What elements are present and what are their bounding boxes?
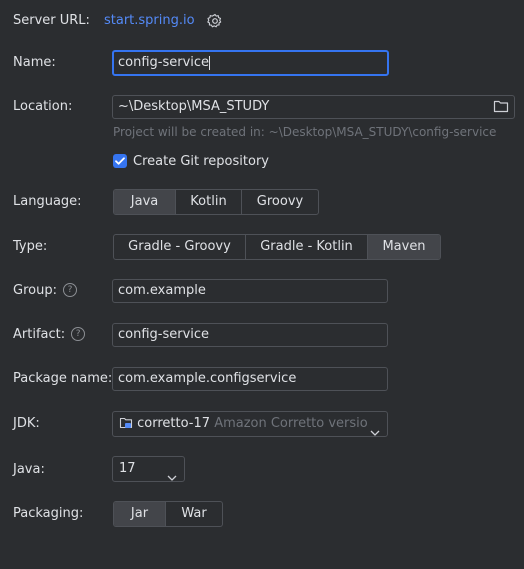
java-version-label: Java:: [13, 462, 45, 477]
git-checkbox-label[interactable]: Create Git repository: [133, 154, 269, 169]
type-option-gradle-kotlin[interactable]: Gradle - Kotlin: [246, 235, 368, 259]
language-option-groovy[interactable]: Groovy: [242, 190, 318, 214]
location-label: Location:: [13, 99, 73, 114]
folder-icon[interactable]: [493, 99, 509, 113]
type-option-gradle-groovy[interactable]: Gradle - Groovy: [114, 235, 246, 259]
jdk-name: corretto-17: [137, 416, 211, 431]
group-input-value: com.example: [118, 283, 206, 298]
name-label: Name:: [13, 55, 56, 70]
git-checkbox[interactable]: [113, 154, 127, 168]
packaging-option-jar[interactable]: Jar: [114, 502, 166, 526]
jdk-folder-icon: [119, 417, 133, 428]
group-input[interactable]: com.example: [112, 279, 388, 303]
packaging-segmented: Jar War: [113, 501, 223, 527]
text-cursor: [209, 55, 211, 70]
type-label: Type:: [13, 239, 48, 254]
server-url-link[interactable]: start.spring.io: [104, 13, 195, 28]
artifact-label: Artifact:?: [13, 326, 86, 342]
location-input-value: ~\Desktop\MSA_STUDY: [118, 99, 270, 114]
type-option-maven[interactable]: Maven: [368, 235, 440, 259]
jdk-label: JDK:: [13, 416, 40, 431]
help-icon[interactable]: ?: [62, 282, 77, 297]
packaging-option-war[interactable]: War: [166, 502, 222, 526]
type-segmented: Gradle - Groovy Gradle - Kotlin Maven: [113, 234, 441, 260]
check-icon: [115, 157, 125, 165]
artifact-input-value: config-service: [118, 327, 210, 342]
jdk-dropdown[interactable]: corretto-17 Amazon Corretto versio: [112, 411, 388, 437]
language-segmented: Java Kotlin Groovy: [113, 189, 319, 215]
group-label-text: Group:: [13, 283, 57, 298]
server-url-label: Server URL:: [13, 13, 90, 28]
jdk-detail: Amazon Corretto versio: [214, 416, 368, 431]
help-icon[interactable]: ?: [71, 326, 86, 341]
language-option-kotlin[interactable]: Kotlin: [176, 190, 242, 214]
packaging-label: Packaging:: [13, 506, 84, 521]
group-label: Group:?: [13, 282, 77, 298]
name-input[interactable]: config-service: [112, 50, 389, 76]
artifact-label-text: Artifact:: [13, 327, 66, 342]
chevron-down-icon: [367, 421, 380, 436]
package-name-input-value: com.example.configservice: [118, 371, 297, 386]
language-label: Language:: [13, 194, 82, 209]
java-version-value: 17: [119, 461, 136, 476]
name-input-value: config-service: [118, 55, 210, 70]
gear-icon[interactable]: [207, 13, 223, 29]
location-input[interactable]: ~\Desktop\MSA_STUDY: [112, 95, 515, 119]
location-hint: Project will be created in: ~\Desktop\MS…: [113, 125, 497, 139]
package-name-label: Package name:: [13, 371, 113, 386]
package-name-input[interactable]: com.example.configservice: [112, 367, 388, 391]
chevron-down-icon: [167, 466, 177, 481]
java-version-dropdown[interactable]: 17: [112, 456, 185, 482]
language-option-java[interactable]: Java: [114, 190, 176, 214]
artifact-input[interactable]: config-service: [112, 323, 388, 347]
